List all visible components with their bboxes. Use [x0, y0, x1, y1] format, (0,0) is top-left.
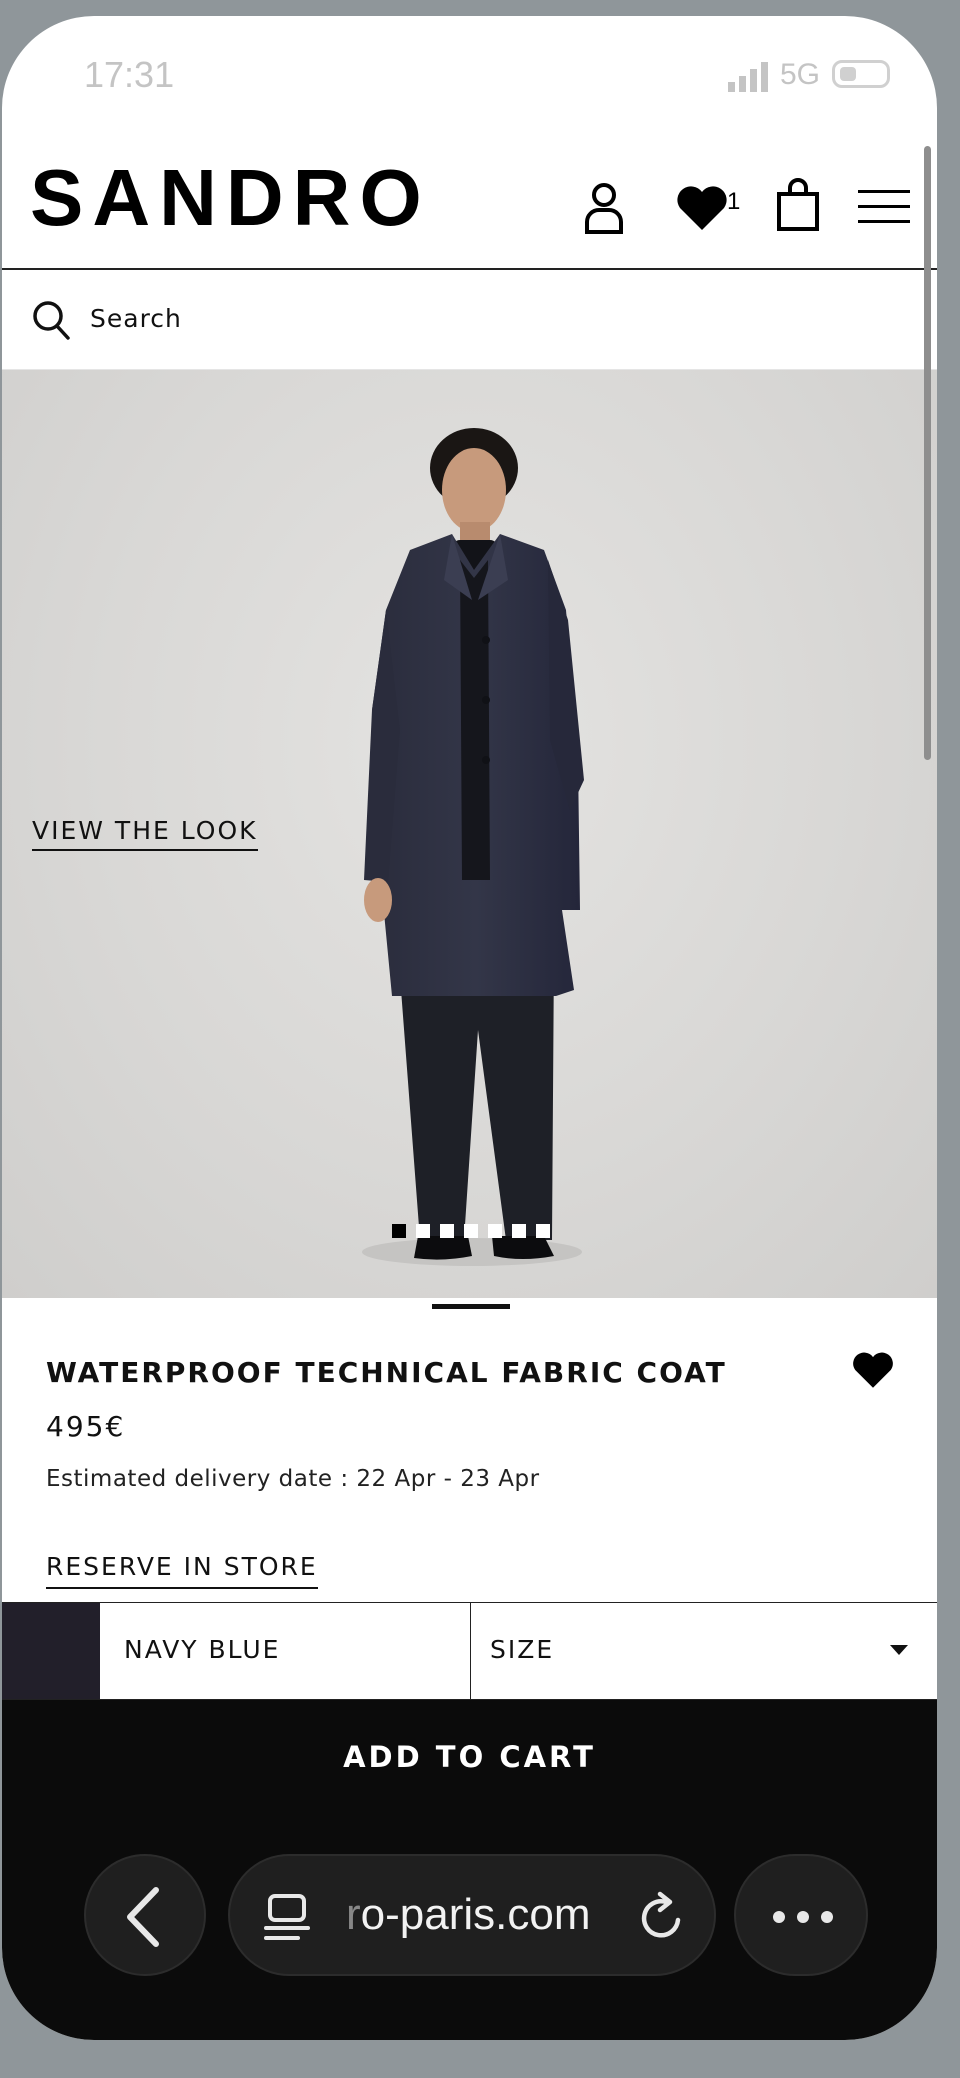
reload-icon[interactable]: [636, 1890, 688, 1944]
more-icon: [773, 1911, 833, 1923]
reserve-in-store-link[interactable]: RESERVE IN STORE: [46, 1552, 318, 1589]
menu-icon[interactable]: [858, 188, 910, 226]
delivery-estimate: Estimated delivery date : 22 Apr - 23 Ap…: [46, 1466, 540, 1492]
carousel-dot[interactable]: [464, 1224, 478, 1238]
selector-divider: [470, 1603, 471, 1699]
color-label[interactable]: NAVY BLUE: [124, 1635, 280, 1664]
back-chevron-icon: [127, 1887, 159, 1947]
wishlist-count: 1: [727, 188, 741, 215]
carousel-dot[interactable]: [512, 1224, 526, 1238]
status-bar: 17:31 5G: [2, 16, 937, 136]
heart-icon[interactable]: [676, 184, 728, 232]
site-header: SANDRO 1: [2, 136, 937, 270]
carousel-indicator: [392, 1224, 550, 1238]
carousel-dot[interactable]: [440, 1224, 454, 1238]
product-image-carousel[interactable]: VIEW THE LOOK: [2, 370, 937, 1298]
search-icon: [33, 301, 70, 340]
tabs-icon[interactable]: [264, 1892, 312, 1942]
search-bar[interactable]: Search: [2, 270, 937, 370]
sandro-logo[interactable]: SANDRO: [30, 158, 431, 238]
color-swatch[interactable]: [2, 1603, 100, 1699]
browser-url[interactable]: ro-paris.com: [346, 1890, 591, 1940]
bag-icon[interactable]: [776, 178, 820, 232]
chevron-down-icon[interactable]: [890, 1645, 908, 1655]
view-the-look-link[interactable]: VIEW THE LOOK: [32, 816, 258, 851]
page-scrollbar[interactable]: [924, 146, 931, 760]
battery-icon: [832, 60, 890, 88]
carousel-dot[interactable]: [536, 1224, 550, 1238]
add-to-wishlist-heart-icon[interactable]: [852, 1350, 894, 1390]
carousel-dot[interactable]: [488, 1224, 502, 1238]
network-type: 5G: [780, 58, 821, 91]
phone-screen: 17:31 5G SANDRO 1 Search VIEW THE LOOK W…: [2, 16, 937, 2040]
carousel-dot[interactable]: [416, 1224, 430, 1238]
add-to-cart-button[interactable]: ADD TO CART: [2, 1740, 937, 1774]
account-icon[interactable]: [584, 182, 624, 234]
browser-back-button[interactable]: [84, 1854, 206, 1976]
product-title: WATERPROOF TECHNICAL FABRIC COAT: [46, 1356, 727, 1389]
size-dropdown[interactable]: SIZE: [490, 1635, 554, 1664]
status-time: 17:31: [84, 54, 175, 95]
browser-address-bar[interactable]: ro-paris.com: [228, 1854, 716, 1976]
sheet-drag-handle[interactable]: [432, 1304, 510, 1309]
product-photo: [362, 428, 584, 1266]
product-price: 495€: [46, 1410, 126, 1443]
search-placeholder: Search: [90, 304, 182, 333]
variant-selector: NAVY BLUE SIZE: [2, 1602, 937, 1700]
bottom-area: ADD TO CART ro-paris.com: [2, 1700, 937, 2040]
browser-more-button[interactable]: [734, 1854, 868, 1976]
signal-icon: [728, 62, 768, 92]
carousel-dot[interactable]: [392, 1224, 406, 1238]
